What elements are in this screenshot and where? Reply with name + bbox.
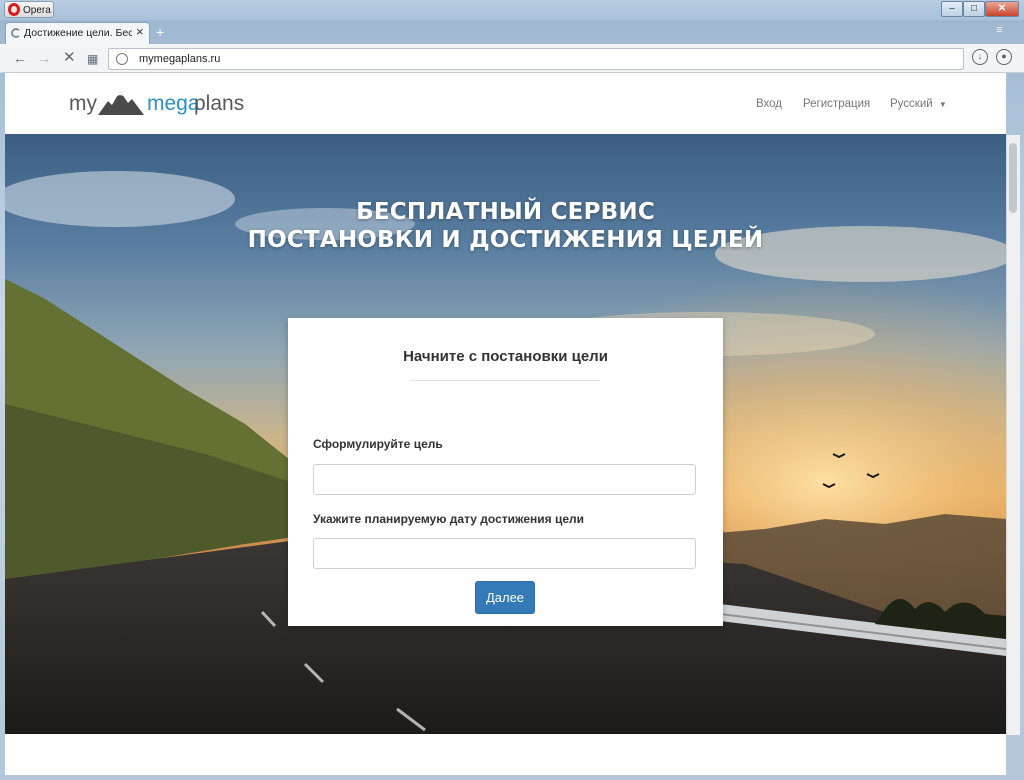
opera-menu-label: Opera (23, 5, 51, 16)
stop-icon[interactable]: ✕ (63, 50, 76, 66)
title-divider (410, 380, 600, 381)
date-label: Укажите планируемую дату достижения цели (313, 512, 585, 526)
site-header: my mega plans Вход Регистрация Русский ▼ (5, 73, 1006, 135)
page-viewport: my mega plans Вход Регистрация Русский ▼ (5, 73, 1006, 775)
language-label: Русский (890, 98, 933, 110)
tab-strip: Достижение цели. Бесплатный сервис × + ≡ (0, 20, 1024, 44)
caret-down-icon: ▼ (938, 100, 947, 109)
opera-menu-button[interactable]: Opera (4, 1, 54, 18)
scrollbar-thumb[interactable] (1009, 143, 1017, 213)
hero-title-line1: БЕСПЛАТНЫЙ СЕРВИС (356, 199, 655, 225)
page-scrollbar[interactable] (1006, 135, 1020, 735)
hero-title: БЕСПЛАТНЫЙ СЕРВИС ПОСТАНОВКИ И ДОСТИЖЕНИ… (5, 198, 1006, 254)
window-titlebar: Opera – □ ✕ (0, 0, 1024, 20)
goal-input[interactable] (313, 464, 696, 495)
address-bar[interactable]: mymegaplans.ru (108, 48, 964, 70)
form-title: Начните с постановки цели (403, 348, 608, 365)
forward-icon[interactable]: → (37, 50, 51, 66)
minimize-button[interactable]: – (941, 1, 963, 17)
goal-label: Сформулируйте цель (313, 437, 443, 451)
next-button[interactable]: Далее (475, 581, 535, 614)
back-icon[interactable]: ← (13, 50, 27, 66)
goal-form-card: Начните с постановки цели Сформулируйте … (288, 318, 723, 626)
tab-menu-icon[interactable]: ≡ (996, 24, 1002, 36)
mountain-logo-icon (98, 91, 144, 115)
address-text: mymegaplans.ru (139, 53, 221, 65)
browser-toolbar: ← → ✕ ▦ mymegaplans.ru ↓ ● (0, 44, 1024, 73)
opera-logo-icon (8, 3, 20, 16)
logo-my-text: my (69, 92, 97, 115)
logo-plans-text: plans (194, 92, 245, 115)
tab-close-icon[interactable]: × (136, 25, 144, 39)
loading-spinner-icon (11, 28, 21, 38)
account-icon[interactable]: ● (996, 49, 1012, 65)
hero-title-line2: ПОСТАНОВКИ И ДОСТИЖЕНИЯ ЦЕЛЕЙ (247, 227, 764, 253)
target-date-input[interactable] (313, 538, 696, 569)
language-dropdown[interactable]: Русский ▼ (890, 97, 947, 112)
globe-icon (116, 53, 128, 65)
speed-dial-grid-icon[interactable]: ▦ (87, 51, 98, 67)
hero-section: БЕСПЛАТНЫЙ СЕРВИС ПОСТАНОВКИ И ДОСТИЖЕНИ… (5, 134, 1006, 734)
maximize-button[interactable]: □ (963, 1, 985, 17)
login-link[interactable]: Вход (756, 97, 782, 111)
register-link[interactable]: Регистрация (803, 97, 870, 111)
logo-mega-text: mega (147, 92, 200, 115)
page-footer-area (5, 734, 1006, 775)
download-icon[interactable]: ↓ (972, 49, 988, 65)
new-tab-icon[interactable]: + (156, 24, 164, 40)
browser-tab[interactable]: Достижение цели. Бесплатный сервис × (5, 22, 150, 44)
close-window-button[interactable]: ✕ (985, 1, 1019, 17)
tab-title: Достижение цели. Бесплатный сервис (24, 27, 132, 39)
